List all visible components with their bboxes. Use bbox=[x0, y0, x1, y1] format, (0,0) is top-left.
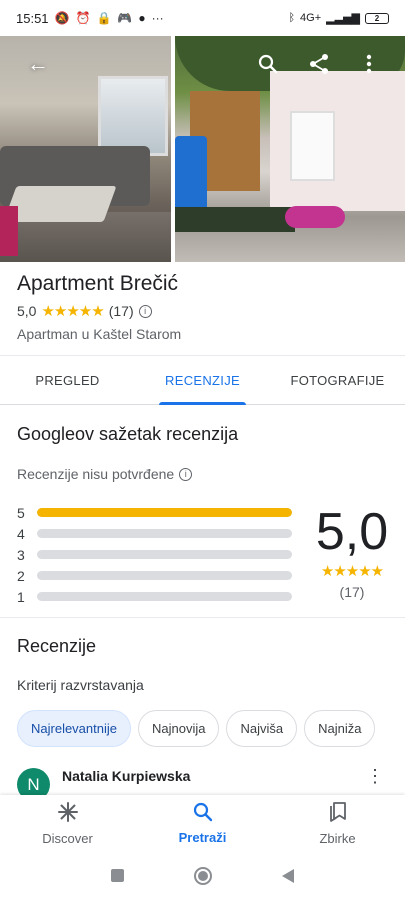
sort-label: Kriterij razvrstavanja bbox=[17, 677, 144, 693]
rating-breakdown: 5 4 3 2 1 bbox=[17, 502, 297, 607]
info-icon[interactable]: i bbox=[179, 467, 193, 481]
back-arrow-icon[interactable]: ← bbox=[24, 50, 52, 78]
rating-bar-label: 1 bbox=[17, 588, 25, 605]
rating-bar-track bbox=[37, 508, 292, 517]
battery-icon: 2 bbox=[365, 12, 389, 24]
sort-chips: Najrelevantnije Najnovija Najviša Najniž… bbox=[17, 710, 376, 747]
rating-stars: ★★★★★ bbox=[41, 303, 104, 320]
chip-highest[interactable]: Najviša bbox=[226, 710, 298, 747]
back-button[interactable] bbox=[282, 868, 294, 883]
place-header: Apartment Brečić 5,0 ★★★★★ (17) i Apartm… bbox=[17, 272, 392, 342]
recents-button[interactable] bbox=[111, 869, 124, 882]
rating-bar-label: 2 bbox=[17, 567, 25, 584]
chip-lowest[interactable]: Najniža bbox=[304, 710, 376, 747]
rating-bar-row: 4 bbox=[17, 523, 297, 544]
review-item[interactable]: N Natalia Kurpiewska ⋮ bbox=[17, 768, 392, 795]
rating-bar-track bbox=[37, 529, 292, 538]
more-vert-icon[interactable] bbox=[355, 50, 383, 78]
rating-value: 5,0 bbox=[17, 303, 37, 319]
nav-search-label: Pretraži bbox=[178, 829, 227, 845]
nav-discover[interactable]: Discover bbox=[0, 795, 135, 851]
rating-bar-track bbox=[37, 571, 292, 580]
nav-collections-label: Zbirke bbox=[319, 830, 356, 846]
reviewer-name[interactable]: Natalia Kurpiewska bbox=[62, 768, 190, 795]
unverified-note[interactable]: Recenzije nisu potvrđene i bbox=[17, 466, 193, 482]
rating-bar-row: 3 bbox=[17, 544, 297, 565]
more-vert-icon[interactable]: ⋮ bbox=[366, 768, 384, 785]
place-title: Apartment Brečić bbox=[17, 272, 179, 295]
rating-bar-track bbox=[37, 550, 292, 559]
summary-title: Googleov sažetak recenzija bbox=[17, 424, 239, 444]
tab-reviews[interactable]: RECENZIJE bbox=[135, 356, 270, 405]
more-dots-icon: ··· bbox=[151, 11, 164, 25]
system-navigation bbox=[0, 851, 405, 900]
bluetooth-icon: ᛒ bbox=[288, 12, 296, 24]
search-icon[interactable] bbox=[254, 50, 282, 78]
home-button[interactable] bbox=[194, 866, 212, 885]
score-stars: ★★★★★ bbox=[320, 563, 384, 580]
chip-newest[interactable]: Najnovija bbox=[138, 710, 220, 747]
status-bar: 15:51 🔕 ⏰ 🔒 🎮 ● ··· ᛒ 4G+ ▂▃▅▇ 2 bbox=[0, 0, 405, 36]
status-right-icons: ᛒ 4G+ ▂▃▅▇ 2 bbox=[288, 12, 389, 25]
status-time: 15:51 bbox=[16, 10, 49, 26]
nav-collections[interactable]: Zbirke bbox=[270, 795, 405, 851]
rating-bar-track bbox=[37, 592, 292, 601]
alarm-icon: ⏰ bbox=[75, 11, 91, 25]
score-count: (17) bbox=[339, 584, 365, 600]
battery-level: 2 bbox=[374, 13, 380, 23]
rating-bar-label: 5 bbox=[17, 504, 25, 521]
avatar[interactable]: N bbox=[17, 768, 50, 795]
tab-bar: PREGLED RECENZIJE FOTOGRAFIJE bbox=[0, 355, 405, 405]
tab-photos[interactable]: FOTOGRAFIJE bbox=[270, 356, 405, 404]
signal-icon: ▂▃▅▇ bbox=[326, 12, 360, 25]
muted-alarm-icon: 🔕 bbox=[54, 11, 70, 25]
score-value: 5,0 bbox=[315, 503, 389, 561]
chip-most-relevant[interactable]: Najrelevantnije bbox=[17, 710, 131, 747]
rating-bar-row: 2 bbox=[17, 565, 297, 586]
rating-bar-label: 3 bbox=[17, 546, 25, 563]
overall-score: 5,0 ★★★★★ (17) bbox=[312, 502, 392, 600]
dot-icon: ● bbox=[138, 11, 146, 25]
review-count: (17) bbox=[108, 303, 134, 319]
rating-bar-row: 5 bbox=[17, 502, 297, 523]
bottom-navigation: Discover Pretraži Zbirke bbox=[0, 795, 405, 851]
rating-bar-fill bbox=[37, 508, 292, 517]
reviews-heading: Recenzije bbox=[17, 636, 97, 656]
place-subtitle: Apartman u Kaštel Starom bbox=[17, 326, 182, 342]
game-icon: 🎮 bbox=[117, 11, 133, 25]
status-left-icons: 🔕 ⏰ 🔒 🎮 ● ··· bbox=[55, 11, 164, 25]
search-icon bbox=[193, 802, 213, 826]
info-icon[interactable]: i bbox=[138, 304, 152, 318]
unverified-text: Recenzije nisu potvrđene bbox=[17, 466, 175, 482]
photo-strip[interactable] bbox=[0, 36, 405, 262]
nav-discover-label: Discover bbox=[42, 830, 93, 846]
rating-row[interactable]: 5,0 ★★★★★ (17) i bbox=[17, 302, 392, 320]
nav-search[interactable]: Pretraži bbox=[135, 795, 270, 851]
tab-overview[interactable]: PREGLED bbox=[0, 356, 135, 404]
network-type: 4G+ bbox=[300, 12, 322, 24]
rating-bar-label: 4 bbox=[17, 525, 25, 542]
share-icon[interactable] bbox=[305, 50, 333, 78]
bookmark-icon bbox=[328, 801, 348, 827]
lock-icon: 🔒 bbox=[96, 11, 112, 25]
asterisk-icon bbox=[57, 801, 79, 827]
rating-bar-row: 1 bbox=[17, 586, 297, 607]
divider bbox=[0, 617, 405, 618]
